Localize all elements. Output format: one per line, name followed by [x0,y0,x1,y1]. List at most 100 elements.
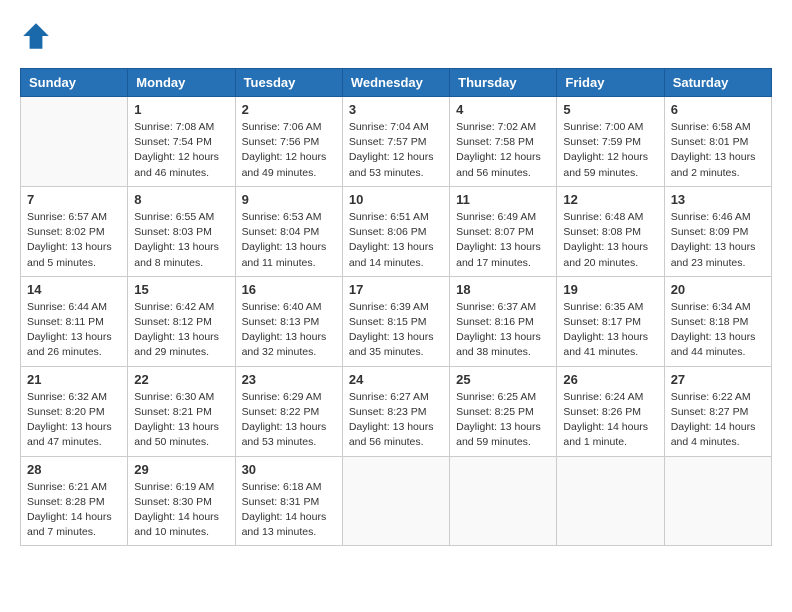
day-number: 20 [671,282,765,297]
day-number: 27 [671,372,765,387]
day-number: 6 [671,102,765,117]
day-number: 21 [27,372,121,387]
header-tuesday: Tuesday [235,69,342,97]
day-info: Sunrise: 6:39 AM Sunset: 8:15 PM Dayligh… [349,300,443,361]
calendar-cell: 24Sunrise: 6:27 AM Sunset: 8:23 PM Dayli… [342,366,449,456]
day-number: 1 [134,102,228,117]
header [20,20,772,52]
day-number: 18 [456,282,550,297]
calendar-cell: 3Sunrise: 7:04 AM Sunset: 7:57 PM Daylig… [342,97,449,187]
day-info: Sunrise: 6:19 AM Sunset: 8:30 PM Dayligh… [134,480,228,541]
day-number: 29 [134,462,228,477]
day-number: 15 [134,282,228,297]
header-sunday: Sunday [21,69,128,97]
calendar-cell: 15 Sunrise: 6:42 AM Sunset: 8:12 PM Dayli… [128,276,235,366]
calendar-cell: 26 Sunrise: 6:24 AM Sunset: 8:26 PM Dayli… [557,366,664,456]
day-number: 13 [671,192,765,207]
day-info: Sunrise: 7:08 AM Sunset: 7:54 PM Dayligh… [134,120,228,181]
day-number: 26 [563,372,657,387]
day-info: Sunrise: 6:40 AM Sunset: 8:13 PM Dayligh… [242,300,336,361]
calendar-cell: 14 Sunrise: 6:44 AM Sunset: 8:11 PM Dayli… [21,276,128,366]
calendar-cell: 4Sunrise: 7:02 AM Sunset: 7:58 PM Daylig… [450,97,557,187]
day-info: Sunrise: 6:55 AM Sunset: 8:03 PM Dayligh… [134,210,228,271]
calendar-week-2: 7 Sunrise: 6:57 AM Sunset: 8:02 PM Daylig… [21,186,772,276]
day-number: 19 [563,282,657,297]
day-info: Sunrise: 6:48 AM Sunset: 8:08 PM Dayligh… [563,210,657,271]
day-info: Sunrise: 6:46 AM Sunset: 8:09 PM Dayligh… [671,210,765,271]
day-info: Sunrise: 6:30 AM Sunset: 8:21 PM Dayligh… [134,390,228,451]
calendar-cell [450,456,557,546]
day-number: 11 [456,192,550,207]
calendar-cell: 18 Sunrise: 6:37 AM Sunset: 8:16 PM Dayli… [450,276,557,366]
day-number: 22 [134,372,228,387]
calendar-week-5: 28Sunrise: 6:21 AM Sunset: 8:28 PM Dayli… [21,456,772,546]
day-info: Sunrise: 6:32 AM Sunset: 8:20 PM Dayligh… [27,390,121,451]
calendar-cell: 28Sunrise: 6:21 AM Sunset: 8:28 PM Dayli… [21,456,128,546]
calendar: SundayMondayTuesdayWednesdayThursdayFrid… [20,68,772,546]
calendar-cell: 5 Sunrise: 7:00 AM Sunset: 7:59 PM Daylig… [557,97,664,187]
day-info: Sunrise: 6:53 AM Sunset: 8:04 PM Dayligh… [242,210,336,271]
calendar-cell: 23Sunrise: 6:29 AM Sunset: 8:22 PM Dayli… [235,366,342,456]
calendar-cell: 11 Sunrise: 6:49 AM Sunset: 8:07 PM Dayli… [450,186,557,276]
day-info: Sunrise: 6:44 AM Sunset: 8:11 PM Dayligh… [27,300,121,361]
day-info: Sunrise: 6:57 AM Sunset: 8:02 PM Dayligh… [27,210,121,271]
calendar-cell: 2Sunrise: 7:06 AM Sunset: 7:56 PM Daylig… [235,97,342,187]
day-number: 30 [242,462,336,477]
day-number: 7 [27,192,121,207]
day-info: Sunrise: 6:25 AM Sunset: 8:25 PM Dayligh… [456,390,550,451]
calendar-week-1: 1 Sunrise: 7:08 AM Sunset: 7:54 PM Daylig… [21,97,772,187]
header-saturday: Saturday [664,69,771,97]
calendar-cell: 12 Sunrise: 6:48 AM Sunset: 8:08 PM Dayli… [557,186,664,276]
calendar-cell [21,97,128,187]
day-number: 8 [134,192,228,207]
day-info: Sunrise: 6:42 AM Sunset: 8:12 PM Dayligh… [134,300,228,361]
day-number: 10 [349,192,443,207]
logo-icon [20,20,52,52]
calendar-cell: 17Sunrise: 6:39 AM Sunset: 8:15 PM Dayli… [342,276,449,366]
day-info: Sunrise: 6:35 AM Sunset: 8:17 PM Dayligh… [563,300,657,361]
calendar-cell: 7 Sunrise: 6:57 AM Sunset: 8:02 PM Daylig… [21,186,128,276]
day-number: 12 [563,192,657,207]
calendar-cell: 10 Sunrise: 6:51 AM Sunset: 8:06 PM Dayli… [342,186,449,276]
day-number: 9 [242,192,336,207]
calendar-cell: 25 Sunrise: 6:25 AM Sunset: 8:25 PM Dayli… [450,366,557,456]
day-info: Sunrise: 7:00 AM Sunset: 7:59 PM Dayligh… [563,120,657,181]
calendar-cell [664,456,771,546]
calendar-cell: 1 Sunrise: 7:08 AM Sunset: 7:54 PM Daylig… [128,97,235,187]
calendar-cell [557,456,664,546]
logo [20,20,58,52]
calendar-cell: 29 Sunrise: 6:19 AM Sunset: 8:30 PM Dayli… [128,456,235,546]
calendar-cell: 20Sunrise: 6:34 AM Sunset: 8:18 PM Dayli… [664,276,771,366]
day-info: Sunrise: 6:22 AM Sunset: 8:27 PM Dayligh… [671,390,765,451]
day-info: Sunrise: 6:24 AM Sunset: 8:26 PM Dayligh… [563,390,657,451]
calendar-cell: 13 Sunrise: 6:46 AM Sunset: 8:09 PM Dayli… [664,186,771,276]
day-info: Sunrise: 6:18 AM Sunset: 8:31 PM Dayligh… [242,480,336,541]
calendar-cell: 9 Sunrise: 6:53 AM Sunset: 8:04 PM Daylig… [235,186,342,276]
calendar-cell [342,456,449,546]
header-monday: Monday [128,69,235,97]
calendar-cell: 16 Sunrise: 6:40 AM Sunset: 8:13 PM Dayli… [235,276,342,366]
calendar-cell: 30 Sunrise: 6:18 AM Sunset: 8:31 PM Dayli… [235,456,342,546]
header-wednesday: Wednesday [342,69,449,97]
day-number: 2 [242,102,336,117]
day-info: Sunrise: 6:58 AM Sunset: 8:01 PM Dayligh… [671,120,765,181]
calendar-header-row: SundayMondayTuesdayWednesdayThursdayFrid… [21,69,772,97]
calendar-week-3: 14 Sunrise: 6:44 AM Sunset: 8:11 PM Dayli… [21,276,772,366]
day-info: Sunrise: 7:04 AM Sunset: 7:57 PM Dayligh… [349,120,443,181]
calendar-cell: 21 Sunrise: 6:32 AM Sunset: 8:20 PM Dayli… [21,366,128,456]
day-number: 23 [242,372,336,387]
day-number: 14 [27,282,121,297]
day-info: Sunrise: 6:51 AM Sunset: 8:06 PM Dayligh… [349,210,443,271]
calendar-cell: 19 Sunrise: 6:35 AM Sunset: 8:17 PM Dayli… [557,276,664,366]
day-number: 25 [456,372,550,387]
day-info: Sunrise: 7:02 AM Sunset: 7:58 PM Dayligh… [456,120,550,181]
day-number: 5 [563,102,657,117]
calendar-cell: 8 Sunrise: 6:55 AM Sunset: 8:03 PM Daylig… [128,186,235,276]
day-info: Sunrise: 6:37 AM Sunset: 8:16 PM Dayligh… [456,300,550,361]
calendar-cell: 22 Sunrise: 6:30 AM Sunset: 8:21 PM Dayli… [128,366,235,456]
day-info: Sunrise: 6:27 AM Sunset: 8:23 PM Dayligh… [349,390,443,451]
day-number: 16 [242,282,336,297]
calendar-cell: 27 Sunrise: 6:22 AM Sunset: 8:27 PM Dayli… [664,366,771,456]
day-info: Sunrise: 6:49 AM Sunset: 8:07 PM Dayligh… [456,210,550,271]
day-info: Sunrise: 6:21 AM Sunset: 8:28 PM Dayligh… [27,480,121,541]
